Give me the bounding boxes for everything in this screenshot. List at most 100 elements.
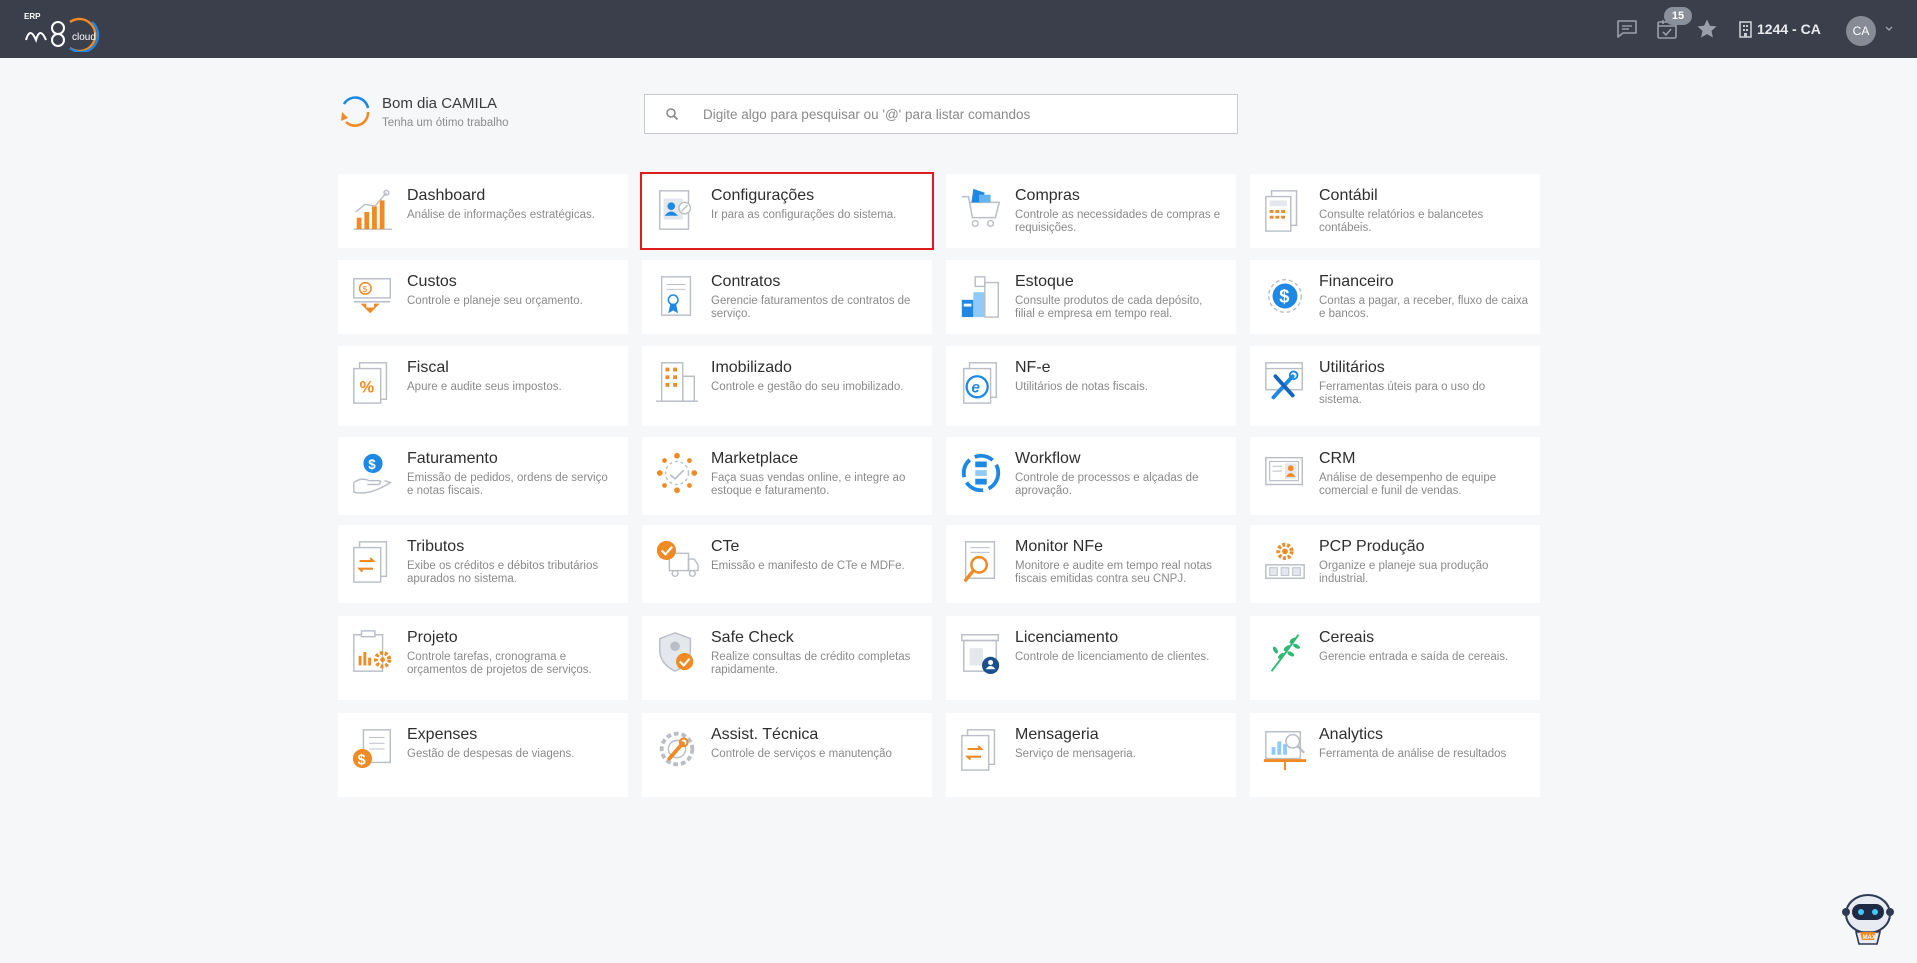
module-title: Fiscal xyxy=(407,359,449,376)
cost-money-icon: $ xyxy=(350,272,396,320)
module-card-financeiro[interactable]: $ Financeiro Contas a pagar, a receber, fl… xyxy=(1250,260,1540,334)
module-card-workflow[interactable]: Workflow Controle de processos e alçadas … xyxy=(946,437,1236,515)
module-title: Licenciamento xyxy=(1015,629,1119,646)
search-box[interactable] xyxy=(644,94,1238,134)
building-icon xyxy=(1739,20,1752,38)
module-title: Marketplace xyxy=(711,450,799,467)
contract-document-icon xyxy=(654,272,700,320)
module-card-nf-e[interactable]: e NF-e Utilitários de notas fiscais. xyxy=(946,346,1236,426)
module-card-crm[interactable]: CRM Análise de desempenho de equipe comer… xyxy=(1250,437,1540,515)
module-description: Exibe os créditos e débitos tributários … xyxy=(407,560,599,585)
max-assistant-bot[interactable]: MAX xyxy=(1838,890,1898,946)
module-title: Imobilizado xyxy=(711,359,792,376)
module-title: Faturamento xyxy=(407,450,498,467)
module-card-faturamento[interactable]: $ Faturamento Emissão de pedidos, ordens d… xyxy=(338,437,628,515)
finance-dollar-icon: $ xyxy=(1262,272,1308,320)
module-card-estoque[interactable]: Estoque Consulte produtos de cada depósit… xyxy=(946,260,1236,334)
module-description: Gestão de despesas de viagens. xyxy=(407,748,575,760)
module-title: Compras xyxy=(1015,187,1080,204)
module-description: Controle e planeje seu orçamento. xyxy=(407,295,583,307)
taxes-exchange-icon xyxy=(350,537,396,585)
chevron-down-icon[interactable] xyxy=(1884,24,1894,34)
module-title: Expenses xyxy=(407,726,478,743)
module-description: Análise de informações estratégicas. xyxy=(407,209,595,221)
module-description: Controle de processos e alçadas de aprov… xyxy=(1015,472,1199,497)
module-card-projeto[interactable]: Projeto Controle tarefas, cronograma e or… xyxy=(338,616,628,700)
building-asset-icon xyxy=(654,358,700,406)
module-card-cereais[interactable]: Cereais Gerencie entrada e saída de cerea… xyxy=(1250,616,1540,700)
module-card-cte[interactable]: CTe Emissão e manifesto de CTe e MDFe. xyxy=(642,525,932,603)
company-label: 1244 - CA xyxy=(1757,21,1821,37)
module-description: Controle tarefas, cronograma e orçamento… xyxy=(407,651,592,676)
cte-truck-icon xyxy=(654,537,700,585)
module-card-monitor-nfe[interactable]: Monitor NFe Monitore e audite em tempo re… xyxy=(946,525,1236,603)
svg-text:$: $ xyxy=(1279,287,1289,307)
module-card-assist-tecnica[interactable]: Assist. Técnica Controle de serviços e ma… xyxy=(642,713,932,797)
search-input[interactable] xyxy=(703,106,1223,122)
notifications-badge[interactable]: 15 xyxy=(1664,7,1692,25)
module-card-contratos[interactable]: Contratos Gerencie faturamentos de contra… xyxy=(642,260,932,334)
module-description: Consulte relatórios e balancetes contábe… xyxy=(1319,209,1484,234)
shopping-cart-icon xyxy=(958,186,1004,234)
module-description: Utilitários de notas fiscais. xyxy=(1015,381,1148,393)
bar-chart-icon xyxy=(350,186,396,234)
module-title: Mensageria xyxy=(1015,726,1099,743)
svg-text:$: $ xyxy=(368,457,376,472)
crm-profile-icon xyxy=(1262,449,1308,497)
module-description: Gerencie entrada e saída de cereais. xyxy=(1319,651,1509,663)
svg-text:MAX: MAX xyxy=(1863,935,1876,941)
module-card-custos[interactable]: $ Custos Controle e planeje seu orçamento. xyxy=(338,260,628,334)
avatar[interactable]: CA xyxy=(1846,16,1876,46)
search-icon xyxy=(666,108,679,121)
module-title: Monitor NFe xyxy=(1015,538,1104,555)
svg-text:ERP: ERP xyxy=(24,12,41,21)
technical-gear-wrench-icon xyxy=(654,725,700,773)
tools-utilities-icon xyxy=(1262,358,1308,406)
production-gear-icon xyxy=(1262,537,1308,585)
module-description: Monitore e audite em tempo real notas fi… xyxy=(1015,560,1212,585)
safe-check-shield-icon xyxy=(654,628,700,676)
greeting-logo-icon xyxy=(338,94,372,130)
module-card-compras[interactable]: Compras Controle as necessidades de compr… xyxy=(946,174,1236,248)
module-card-expenses[interactable]: $ Expenses Gestão de despesas de viagens. xyxy=(338,713,628,797)
module-card-configuracoes[interactable]: Configurações Ir para as configurações do… xyxy=(640,172,934,250)
module-title: Contábil xyxy=(1319,187,1378,204)
analytics-board-icon xyxy=(1262,725,1308,773)
module-description: Controle as necessidades de compras e re… xyxy=(1015,209,1221,234)
workflow-icon xyxy=(958,449,1004,497)
module-card-mensageria[interactable]: Mensageria Serviço de mensageria. xyxy=(946,713,1236,797)
module-card-dashboard[interactable]: Dashboard Análise de informações estratég… xyxy=(338,174,628,248)
settings-profile-icon xyxy=(654,186,700,234)
m8-cloud-logo[interactable]: ERP cloud xyxy=(22,8,118,54)
module-card-pcp-producao[interactable]: PCP Produção Organize e planeje sua produ… xyxy=(1250,525,1540,603)
module-description: Controle e gestão do seu imobilizado. xyxy=(711,381,904,393)
module-description: Serviço de mensageria. xyxy=(1015,748,1136,760)
company-selector[interactable]: 1244 - CA xyxy=(1738,16,1821,42)
module-description: Controle de serviços e manutenção xyxy=(711,748,892,760)
module-description: Emissão e manifesto de CTe e MDFe. xyxy=(711,560,905,572)
module-title: Estoque xyxy=(1015,273,1074,290)
module-card-utilitarios[interactable]: Utilitários Ferramentas úteis para o uso … xyxy=(1250,346,1540,426)
chat-icon[interactable] xyxy=(1614,16,1640,42)
nfe-document-icon: e xyxy=(958,358,1004,406)
module-title: NF-e xyxy=(1015,359,1051,376)
marketplace-network-icon xyxy=(654,449,700,497)
module-title: Assist. Técnica xyxy=(711,726,819,743)
module-title: Dashboard xyxy=(407,187,486,204)
module-card-contabil[interactable]: Contábil Consulte relatórios e balancetes… xyxy=(1250,174,1540,248)
module-card-licenciamento[interactable]: Licenciamento Controle de licenciamento d… xyxy=(946,616,1236,700)
module-description: Contas a pagar, a receber, fluxo de caix… xyxy=(1319,295,1529,320)
monitor-search-icon xyxy=(958,537,1004,585)
module-card-safe-check[interactable]: Safe Check Realize consultas de crédito c… xyxy=(642,616,932,700)
module-card-analytics[interactable]: Analytics Ferramenta de análise de result… xyxy=(1250,713,1540,797)
star-icon[interactable] xyxy=(1694,16,1720,42)
svg-text:cloud: cloud xyxy=(72,32,96,43)
license-store-icon xyxy=(958,628,1004,676)
module-card-imobilizado[interactable]: Imobilizado Controle e gestão do seu imob… xyxy=(642,346,932,426)
module-title: Cereais xyxy=(1319,629,1375,646)
module-card-tributos[interactable]: Tributos Exibe os créditos e débitos trib… xyxy=(338,525,628,603)
expenses-dollar-icon: $ xyxy=(350,725,396,773)
fiscal-percent-icon: % xyxy=(350,358,396,406)
module-card-fiscal[interactable]: % Fiscal Apure e audite seus impostos. xyxy=(338,346,628,426)
module-card-marketplace[interactable]: Marketplace Faça suas vendas online, e in… xyxy=(642,437,932,515)
